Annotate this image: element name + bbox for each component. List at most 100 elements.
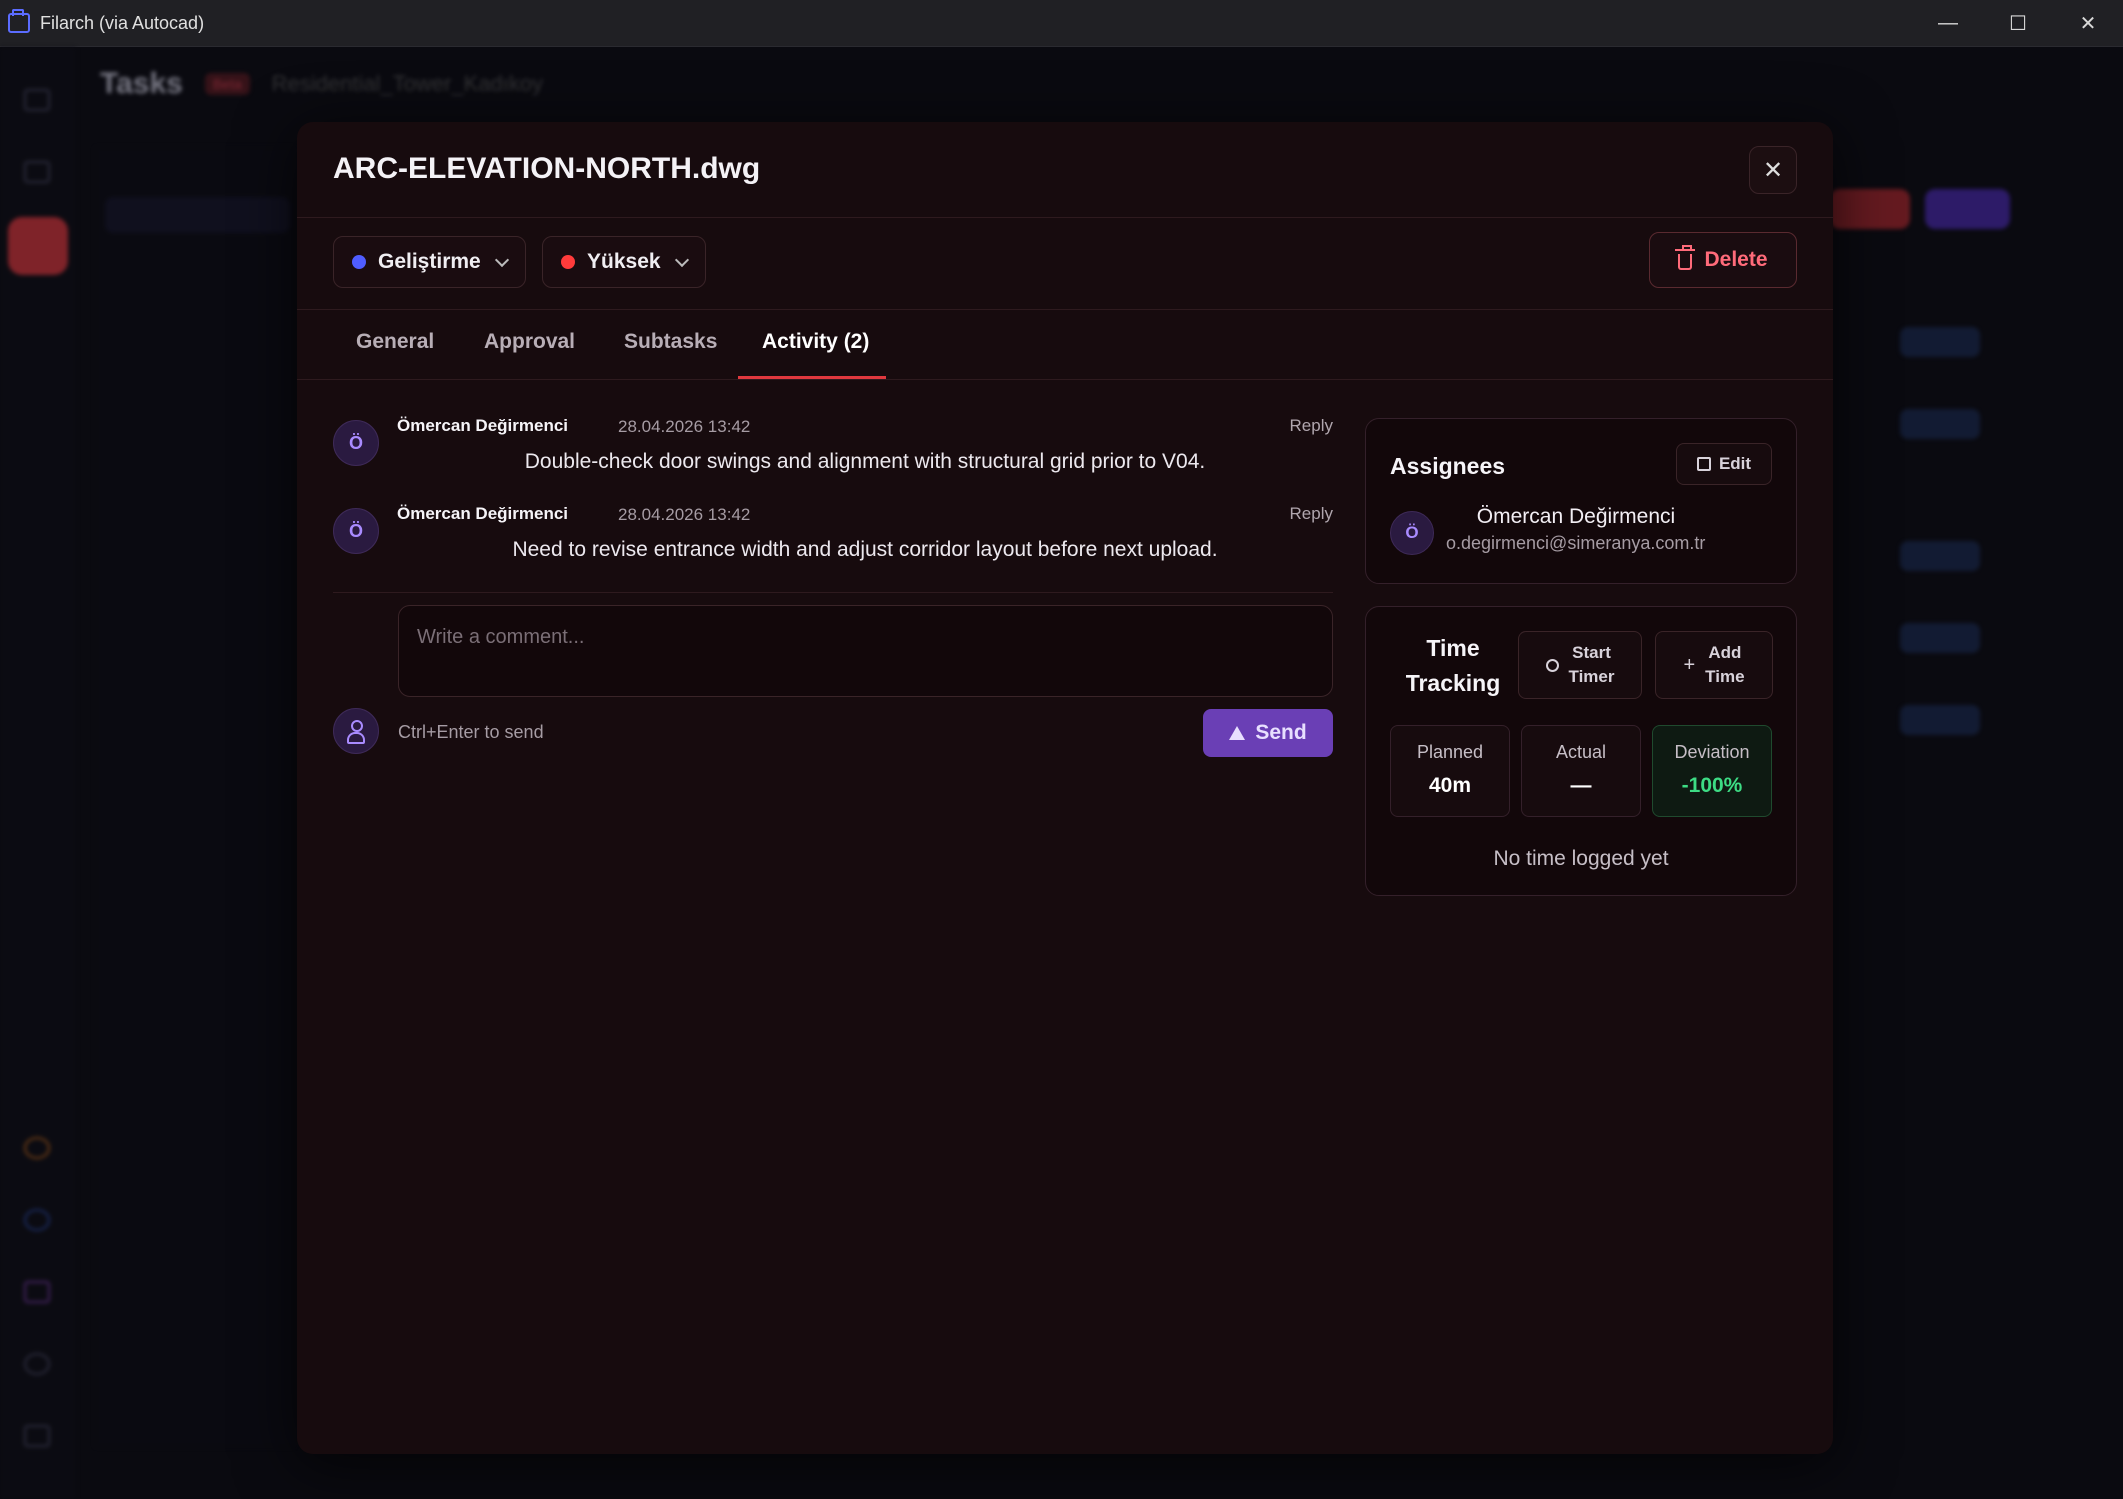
tab-general[interactable]: General — [356, 330, 434, 354]
comment-time: 28.04.2026 13:42 — [618, 505, 751, 524]
add-time-label: Add Time — [1705, 641, 1744, 689]
bg-badge — [1900, 327, 1980, 357]
tasks-nav-active[interactable] — [8, 217, 68, 275]
send-button[interactable]: Send — [1203, 709, 1333, 757]
modal-toolbar: Geliştirme Yüksek Delete — [297, 218, 1833, 310]
active-tab-indicator — [738, 376, 886, 379]
tab-activity[interactable]: Activity (2) — [762, 330, 869, 354]
priority-dropdown[interactable]: Yüksek — [542, 236, 706, 288]
bg-sidebar — [95, 147, 295, 1447]
clock-icon[interactable] — [24, 1209, 50, 1231]
maximize-button[interactable]: ☐ — [1983, 0, 2053, 47]
modal-header: ARC-ELEVATION-NORTH.dwg ✕ — [297, 122, 1833, 218]
window-controls: — ☐ ✕ — [1913, 0, 2123, 47]
chevron-down-icon — [674, 252, 689, 267]
reply-button[interactable]: Reply — [1290, 416, 1333, 436]
edit-label: Edit — [1718, 454, 1752, 473]
window-title: Filarch (via Autocad) — [40, 12, 205, 33]
comment-item: Ö Ömercan Değirmenci 28.04.2026 13:42 Re… — [333, 416, 1333, 486]
bg-page-title: Tasks — [100, 67, 183, 100]
stat-label: Deviation — [1674, 742, 1750, 762]
modal-tabs: General Approval Subtasks Activity (2) — [297, 310, 1833, 380]
time-tracking-panel: Time Tracking Start Timer + Add Time Pla… — [1365, 606, 1797, 896]
bg-badge — [1900, 623, 1980, 653]
settings-icon[interactable] — [24, 1353, 50, 1375]
comment-item: Ö Ömercan Değirmenci 28.04.2026 13:42 Re… — [333, 504, 1333, 574]
add-time-line: Add — [1708, 643, 1742, 662]
planned-stat: Planned 40m — [1390, 725, 1510, 817]
bg-project-name: Residential_Tower_Kadıkoy — [271, 71, 544, 96]
empty-time-message: No time logged yet — [1493, 847, 1669, 870]
avatar: Ö — [333, 420, 379, 466]
send-label: Send — [1255, 721, 1307, 744]
comment-author: Ömercan Değirmenci — [397, 504, 569, 523]
user-icon — [347, 720, 365, 744]
current-user-avatar — [333, 708, 379, 754]
bg-badge — [1900, 705, 1980, 735]
bg-sidebar-row — [105, 197, 290, 233]
status-label: Geliştirme — [378, 250, 481, 273]
bg-pill — [1830, 189, 1910, 229]
time-tracking-title: Time Tracking — [1390, 631, 1516, 701]
reply-button[interactable]: Reply — [1290, 504, 1333, 524]
close-modal-button[interactable]: ✕ — [1749, 146, 1797, 194]
sync-icon[interactable] — [24, 1137, 50, 1159]
start-timer-line: Start — [1572, 643, 1611, 662]
comment-text: Need to revise entrance width and adjust… — [512, 538, 1218, 561]
send-hint: Ctrl+Enter to send — [398, 722, 544, 742]
avatar: Ö — [333, 508, 379, 554]
comment-author: Ömercan Değirmenci — [397, 416, 569, 435]
tab-approval[interactable]: Approval — [484, 330, 575, 354]
assignees-panel: Assignees Edit Ö Ömercan Değirmenci o.de… — [1365, 418, 1797, 584]
minimize-button[interactable]: — — [1913, 0, 1983, 47]
folder-app-icon — [8, 9, 30, 33]
nav-rail — [0, 47, 76, 1499]
window-titlebar: Filarch (via Autocad) — ☐ ✕ — [0, 0, 2123, 47]
start-timer-line: Timer — [1568, 667, 1615, 686]
tag-icon[interactable] — [24, 1281, 50, 1303]
priority-dot-icon — [561, 255, 575, 269]
status-dropdown[interactable]: Geliştirme — [333, 236, 526, 288]
comment-input[interactable]: Write a comment... — [398, 605, 1333, 697]
start-timer-button[interactable]: Start Timer — [1518, 631, 1642, 699]
beta-badge: Beta — [204, 73, 250, 95]
chevron-down-icon — [494, 252, 509, 267]
edit-icon — [1696, 457, 1711, 471]
task-title: ARC-ELEVATION-NORTH.dwg — [333, 152, 761, 185]
bg-pill — [1925, 189, 2010, 229]
stat-value: 40m — [1428, 774, 1472, 797]
avatar: Ö — [1390, 511, 1434, 555]
plus-icon: + — [1683, 653, 1696, 676]
folder-icon[interactable] — [24, 89, 50, 111]
stat-value: — — [1570, 774, 1592, 797]
bg-badge — [1900, 409, 1980, 439]
add-time-button[interactable]: + Add Time — [1655, 631, 1773, 699]
close-window-button[interactable]: ✕ — [2053, 0, 2123, 47]
divider — [333, 592, 1333, 593]
logout-icon[interactable] — [24, 1425, 50, 1447]
bg-badge — [1900, 541, 1980, 571]
trash-icon — [1675, 245, 1696, 270]
edit-assignees-button[interactable]: Edit — [1676, 443, 1772, 485]
time-tracking-title-line: Time — [1426, 635, 1480, 661]
delete-button[interactable]: Delete — [1649, 232, 1797, 288]
timer-icon — [1545, 658, 1559, 672]
stat-label: Planned — [1416, 742, 1484, 762]
actual-stat: Actual — — [1521, 725, 1641, 817]
priority-label: Yüksek — [587, 250, 661, 273]
start-timer-label: Start Timer — [1569, 641, 1615, 689]
comment-text: Double-check door swings and alignment w… — [524, 450, 1206, 473]
stat-label: Actual — [1555, 742, 1607, 762]
calendar-icon[interactable] — [24, 161, 50, 183]
add-time-line: Time — [1705, 667, 1745, 686]
assignee-name: Ömercan Değirmenci — [1476, 505, 1676, 528]
close-icon: ✕ — [1762, 156, 1784, 184]
send-icon — [1229, 726, 1246, 740]
status-dot-icon — [352, 255, 366, 269]
bg-header: Tasks Beta Residential_Tower_Kadıkoy — [100, 67, 543, 101]
bg-task-list — [1830, 137, 2120, 737]
time-tracking-title-line: Tracking — [1405, 670, 1501, 696]
delete-label: Delete — [1704, 248, 1768, 271]
tab-subtasks[interactable]: Subtasks — [624, 330, 717, 354]
assignees-title: Assignees — [1390, 453, 1506, 479]
